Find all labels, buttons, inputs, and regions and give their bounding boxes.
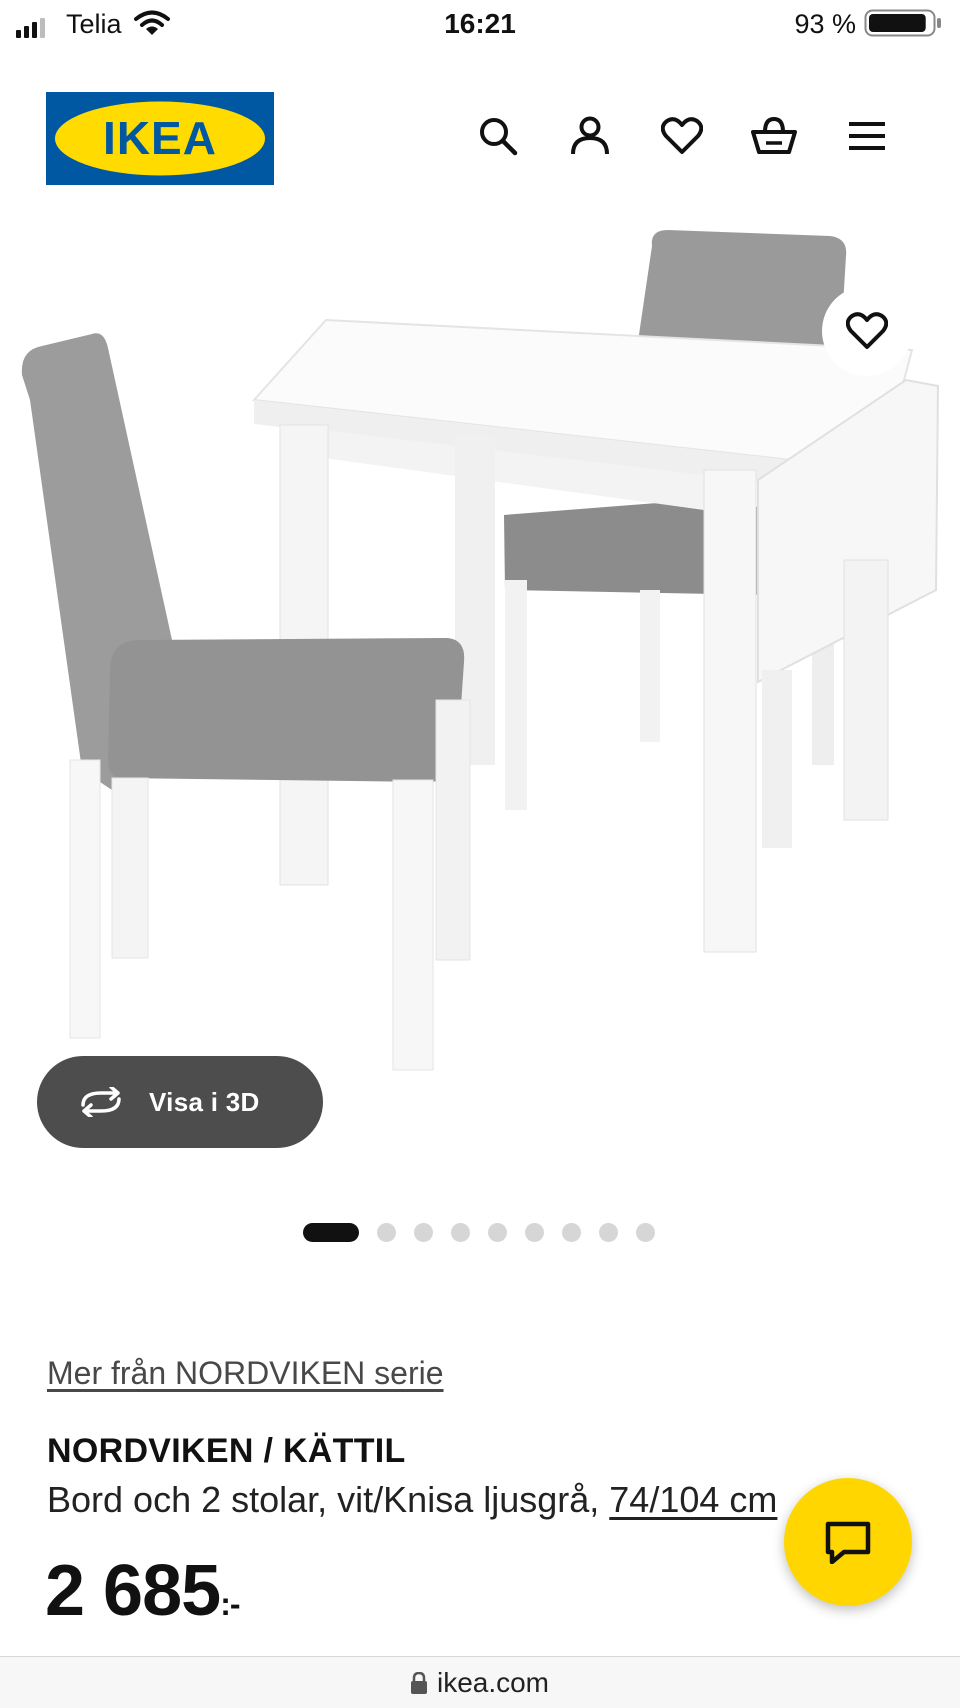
logo-text: IKEA: [103, 112, 217, 164]
product-description: Bord och 2 stolar, vit/Knisa ljusgrå, 74…: [47, 1479, 777, 1521]
product-name: NORDVIKEN / KÄTTIL: [47, 1432, 406, 1470]
pagination-dot[interactable]: [525, 1223, 544, 1242]
account-icon[interactable]: [566, 112, 614, 160]
url-text: ikea.com: [436, 1666, 550, 1698]
search-icon[interactable]: [474, 112, 522, 160]
view-in-3d-button[interactable]: Visa i 3D: [37, 1056, 323, 1148]
pagination-dot[interactable]: [451, 1223, 470, 1242]
rotate-3d-icon: [77, 1087, 125, 1117]
browser-url-bar[interactable]: ikea.com: [0, 1656, 960, 1708]
size-link[interactable]: 74/104 cm: [609, 1479, 777, 1520]
pagination-dot[interactable]: [303, 1223, 359, 1242]
battery-percent: 93 %: [794, 9, 856, 39]
lock-icon: [410, 1671, 427, 1694]
price-suffix: :-: [220, 1586, 240, 1622]
ikea-logo[interactable]: IKEA: [46, 92, 274, 185]
status-bar: Telia 16:21 93 %: [0, 0, 960, 50]
heart-icon: [846, 312, 888, 349]
pagination-dot[interactable]: [599, 1223, 618, 1242]
chat-icon: [825, 1521, 871, 1564]
cart-icon[interactable]: [750, 112, 798, 160]
pagination-dot[interactable]: [377, 1223, 396, 1242]
add-to-wishlist-button[interactable]: [822, 286, 912, 376]
pagination-dot[interactable]: [414, 1223, 433, 1242]
pagination-dot[interactable]: [562, 1223, 581, 1242]
series-link[interactable]: Mer från NORDVIKEN serie: [47, 1355, 444, 1392]
menu-icon[interactable]: [843, 112, 891, 160]
product-price: 2 685:-: [45, 1555, 241, 1627]
image-pagination: [303, 1223, 655, 1242]
price-value: 2 685: [45, 1551, 221, 1631]
product-image[interactable]: [0, 230, 960, 1180]
wishlist-icon[interactable]: [658, 112, 706, 160]
product-description-text: Bord och 2 stolar, vit/Knisa ljusgrå,: [47, 1479, 610, 1520]
battery-icon: [864, 9, 944, 37]
chat-button[interactable]: [784, 1478, 912, 1606]
table: [251, 318, 940, 953]
pagination-dot[interactable]: [488, 1223, 507, 1242]
view-in-3d-label: Visa i 3D: [149, 1086, 260, 1117]
pagination-dot[interactable]: [636, 1223, 655, 1242]
